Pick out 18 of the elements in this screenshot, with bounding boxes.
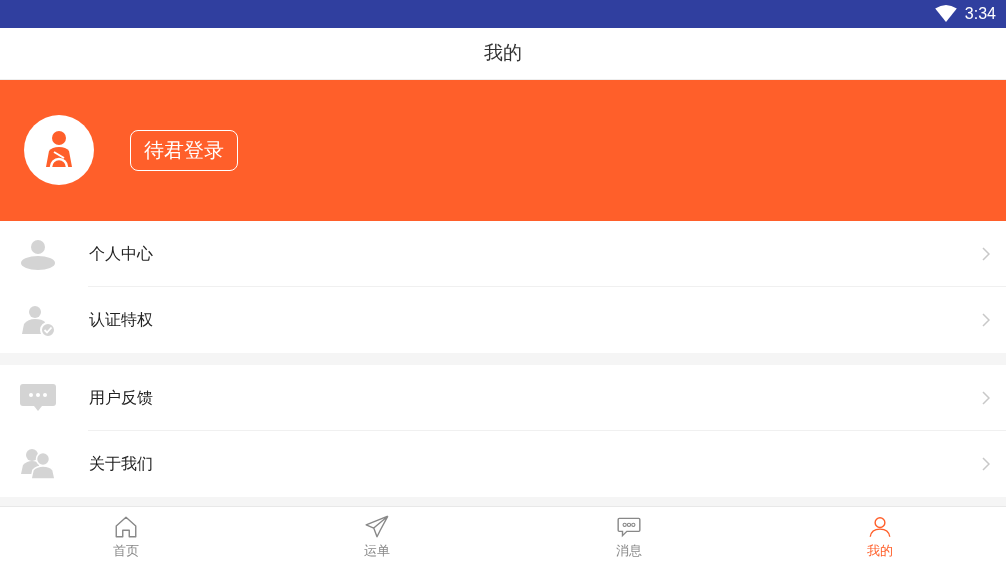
status-time: 3:34: [964, 4, 996, 23]
menu-item[interactable]: 个人中心: [0, 221, 1006, 288]
tab[interactable]: 首页: [0, 507, 252, 566]
wifi-icon: [934, 4, 957, 23]
page-title: 我的: [484, 40, 522, 66]
chevron-right-icon: [982, 247, 990, 262]
login-button[interactable]: 待君登录: [130, 129, 238, 171]
menu-item[interactable]: 关于我们: [0, 431, 1006, 498]
paper-plane-icon: [364, 513, 391, 540]
chevron-right-icon: [982, 313, 990, 328]
menu-item[interactable]: 用户反馈: [0, 365, 1006, 432]
chevron-right-icon: [982, 457, 990, 472]
chevron-right-icon: [982, 391, 990, 406]
tab[interactable]: 运单: [251, 507, 503, 566]
tab[interactable]: 消息: [503, 507, 755, 566]
tab[interactable]: 我的: [754, 507, 1006, 566]
avatar-icon: [24, 115, 94, 186]
menu-item[interactable]: 认证特权: [0, 287, 1006, 354]
